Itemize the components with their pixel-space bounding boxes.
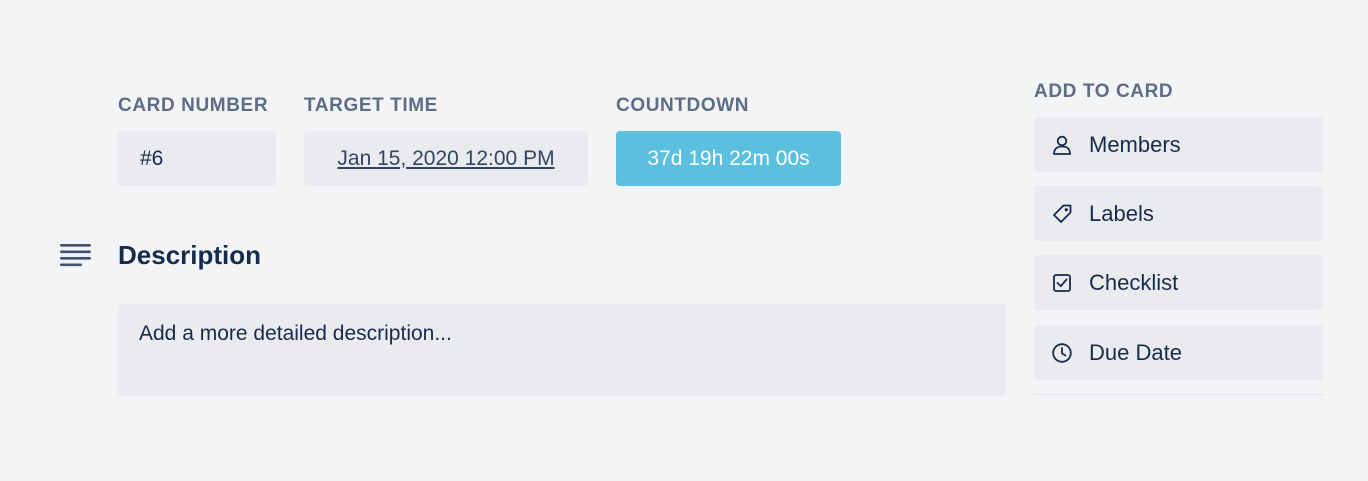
description-title: Description (118, 240, 262, 270)
target-time-label: TARGET TIME (304, 95, 438, 116)
members-label: Members (1089, 131, 1181, 157)
add-to-card-title: ADD TO CARD (1034, 81, 1174, 102)
card-number-value: #6 (118, 131, 276, 186)
labels-button[interactable]: Labels (1034, 186, 1323, 241)
description-lines-icon (60, 243, 92, 267)
checklist-label: Checklist (1089, 269, 1179, 295)
labels-label: Labels (1089, 200, 1154, 226)
members-button[interactable]: Members (1034, 117, 1323, 172)
sidebar-divider (1034, 394, 1323, 395)
person-icon (1050, 133, 1074, 157)
checklist-button[interactable]: Checklist (1034, 255, 1323, 310)
description-input[interactable]: Add a more detailed description... (118, 304, 1006, 396)
countdown-label: COUNTDOWN (616, 95, 750, 116)
countdown-text: 37d 19h 22m 00s (647, 146, 810, 170)
countdown-badge: 37d 19h 22m 00s (616, 131, 841, 186)
due-date-button[interactable]: Due Date (1034, 325, 1323, 380)
card-number-label: CARD NUMBER (118, 95, 269, 116)
checkbox-icon (1050, 271, 1074, 295)
description-placeholder: Add a more detailed description... (139, 322, 452, 345)
tag-icon (1050, 202, 1074, 226)
due-date-label: Due Date (1089, 339, 1182, 365)
card-number-text: #6 (140, 146, 164, 170)
target-time-button[interactable]: Jan 15, 2020 12:00 PM (304, 131, 588, 186)
target-time-text: Jan 15, 2020 12:00 PM (337, 146, 555, 170)
clock-icon (1050, 341, 1074, 365)
